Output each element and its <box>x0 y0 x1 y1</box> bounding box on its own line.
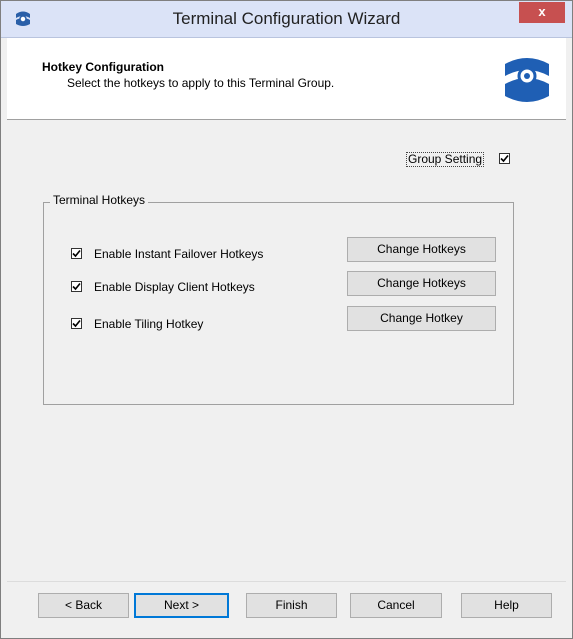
check-icon <box>72 249 81 258</box>
check-icon <box>72 319 81 328</box>
finish-button[interactable]: Finish <box>246 593 337 618</box>
wizard-header: Hotkey Configuration Select the hotkeys … <box>7 38 566 120</box>
instant-failover-label: Enable Instant Failover Hotkeys <box>94 247 264 261</box>
title-bar: Terminal Configuration Wizard x <box>1 1 572 38</box>
footer-divider <box>7 581 566 582</box>
window-title: Terminal Configuration Wizard <box>172 9 401 28</box>
help-button[interactable]: Help <box>461 593 552 618</box>
change-instant-failover-hotkeys-button[interactable]: Change Hotkeys <box>347 237 496 262</box>
tiling-label: Enable Tiling Hotkey <box>94 317 204 331</box>
display-client-check[interactable] <box>71 281 82 292</box>
page-subtitle: Select the hotkeys to apply to this Term… <box>67 76 335 90</box>
group-setting-check[interactable] <box>499 153 510 164</box>
page-title: Hotkey Configuration <box>42 60 164 74</box>
terminal-hotkeys-groupbox <box>43 202 514 405</box>
close-button[interactable]: x <box>519 2 565 23</box>
wizard-window: Terminal Configuration Wizard x Hotkey C… <box>0 0 573 639</box>
terminal-hotkeys-legend: Terminal Hotkeys <box>50 193 149 207</box>
tiling-check[interactable] <box>71 318 82 329</box>
cancel-button[interactable]: Cancel <box>350 593 442 618</box>
change-tiling-hotkey-button[interactable]: Change Hotkey <box>347 306 496 331</box>
back-button[interactable]: < Back <box>38 593 129 618</box>
next-button[interactable]: Next > <box>134 593 229 618</box>
change-display-client-hotkeys-button[interactable]: Change Hotkeys <box>347 271 496 296</box>
check-icon <box>72 282 81 291</box>
group-setting-label: Group Setting <box>406 152 485 167</box>
check-icon <box>500 154 509 163</box>
instant-failover-check[interactable] <box>71 248 82 259</box>
display-client-label: Enable Display Client Hotkeys <box>94 280 255 294</box>
thinmanager-logo-icon <box>501 54 553 106</box>
